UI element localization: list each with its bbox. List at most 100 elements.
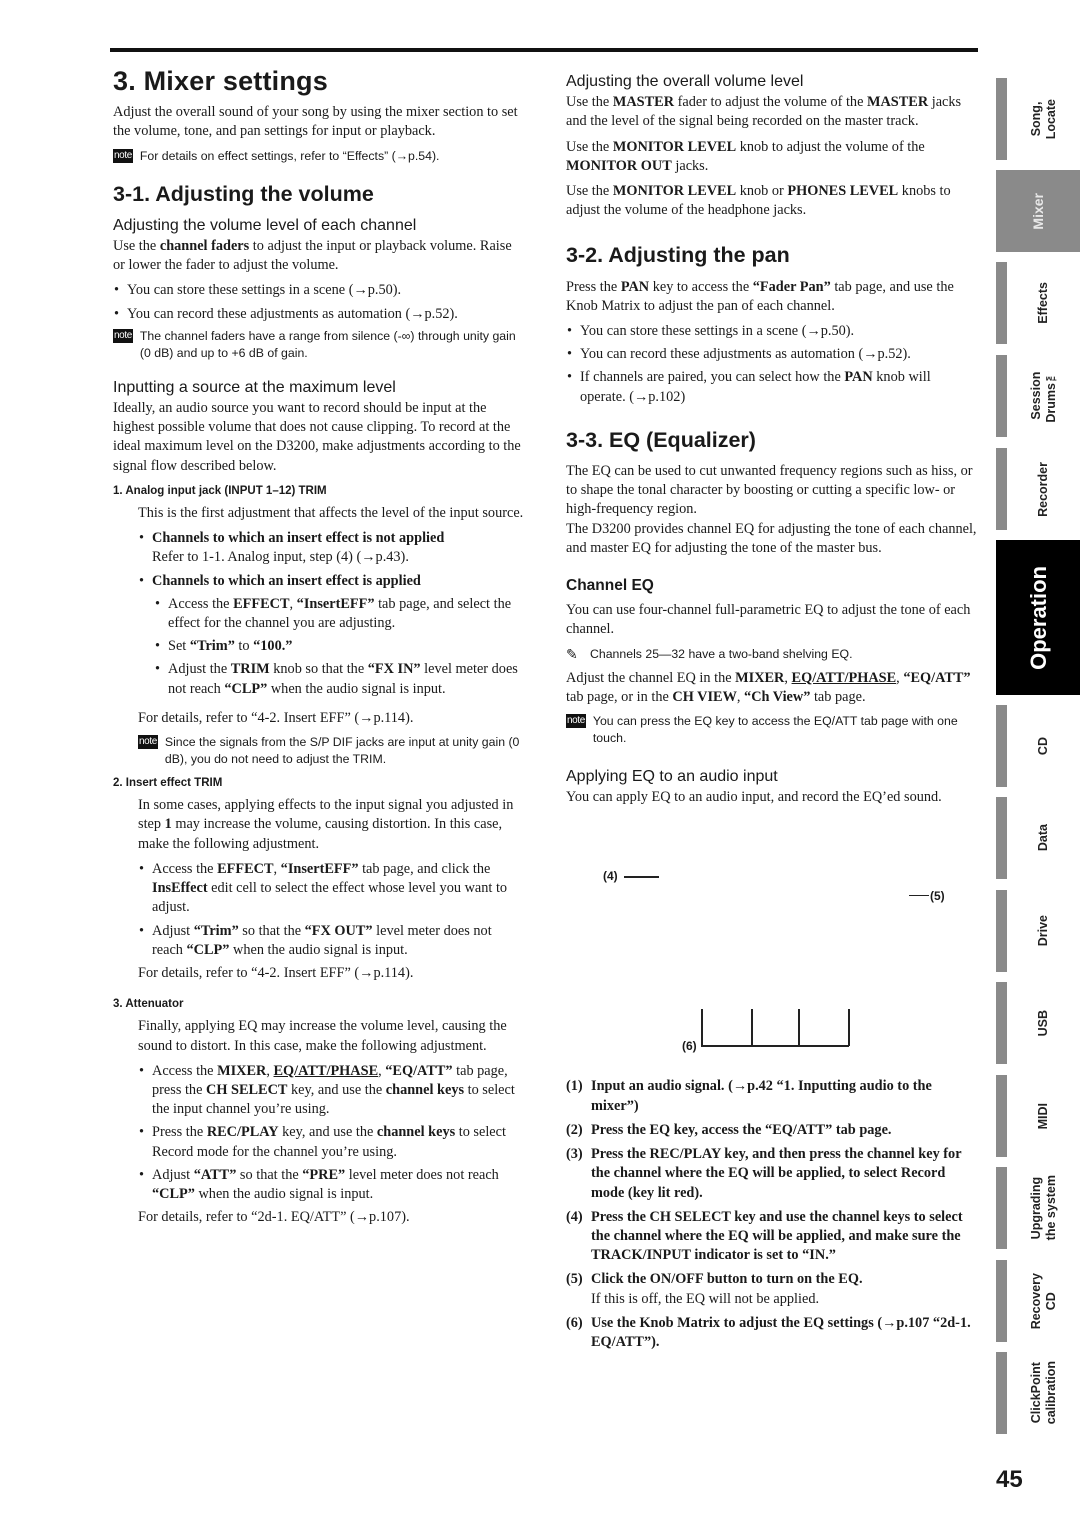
step-item: (1) Input an audio signal. (→p.42 “1. Inp… [566, 1078, 932, 1114]
cross-reference: For details, refer to “4-2. Insert EFF” … [138, 964, 414, 981]
note-icon: note [138, 735, 158, 750]
note-text: You can press the EQ key to access the E… [592, 714, 958, 746]
list-item: Adjust “Trim” so that the “FX OUT” level… [138, 922, 525, 960]
callout-line-5 [909, 895, 929, 897]
step-item: (6) Use the Knob Matrix to adjust the EQ … [566, 1314, 971, 1350]
pencil-icon: ✎ [566, 645, 578, 662]
left-column: 3. Mixer settings Adjust the overall sou… [113, 60, 525, 1233]
tab-recorder[interactable]: Recorder [996, 448, 1080, 530]
paragraph: Use the MONITOR LEVEL knob to adjust the… [566, 138, 925, 174]
tab-operation[interactable]: Operation [996, 540, 1080, 695]
step-heading-3: 3. Attenuator [113, 998, 184, 1011]
note-text: Since the signals from the S/P DIF jacks… [164, 735, 520, 767]
tab-midi[interactable]: MIDI [996, 1075, 1080, 1157]
chapter-tabs: Song, Locate Mixer Effects Session Drums… [996, 0, 1080, 1528]
bullet-list: You can store these settings in a scene … [566, 322, 978, 407]
note: note For details on effect settings, ref… [113, 148, 525, 165]
tab-usb[interactable]: USB [996, 982, 1080, 1064]
step-heading-1: 1. Analog input jack (INPUT 1–12) TRIM [113, 484, 327, 497]
note-icon: note [113, 328, 133, 343]
paragraph: Press the PAN key to access the “Fader P… [566, 278, 954, 314]
top-rule [110, 48, 978, 52]
tip: ✎ Channels 25—32 have a two-band shelvin… [566, 646, 978, 663]
page-title: 3. Mixer settings [113, 66, 328, 96]
tip-text: Channels 25—32 have a two-band shelving … [590, 646, 853, 661]
step-3-body: Finally, applying EQ may increase the vo… [113, 1017, 525, 1227]
note-text: The channel faders have a range from sil… [139, 328, 516, 360]
bullet-list: Access the EFFECT, “InsertEFF” tab page,… [138, 860, 525, 960]
section-title-volume: 3-1. Adjusting the volume [113, 181, 374, 206]
callout-line-4 [624, 876, 659, 879]
list-item: You can store these settings in a scene … [113, 281, 525, 300]
procedure-steps: (1) Input an audio signal. (→p.42 “1. Inp… [566, 1077, 978, 1352]
callout-bracket-6 [701, 1045, 849, 1048]
list-item: Access the EFFECT, “InsertEFF” tab page,… [154, 595, 525, 633]
paragraph: You can apply EQ to an audio input, and … [566, 789, 942, 806]
list-item: Channels to which an insert effect is ap… [138, 572, 525, 699]
tab-data[interactable]: Data [996, 797, 1080, 879]
list-item: Adjust the TRIM knob so that the “FX IN”… [154, 660, 525, 698]
paragraph: In some cases, applying effects to the i… [138, 797, 514, 852]
callout-tick [751, 1009, 753, 1047]
tab-recovery-cd[interactable]: Recovery CD [996, 1260, 1080, 1342]
note: note Since the signals from the S/P DIF … [138, 734, 525, 768]
callout-tick [701, 1009, 703, 1047]
cross-reference: For details, refer to “4-2. Insert EFF” … [138, 709, 414, 726]
sub-bullet-list: Access the EFFECT, “InsertEFF” tab page,… [152, 595, 525, 699]
list-item: You can record these adjustments as auto… [566, 345, 978, 364]
tab-session-drums[interactable]: Session Drums™ [996, 355, 1080, 437]
paragraph: You can use four-channel full-parametric… [566, 602, 971, 638]
paragraph: Finally, applying EQ may increase the vo… [138, 1018, 507, 1054]
paragraph: Ideally, an audio source you want to rec… [113, 400, 521, 474]
subheading-apply-eq: Applying EQ to an audio input [566, 768, 778, 786]
tab-upgrading[interactable]: Upgrading the system [996, 1167, 1080, 1249]
list-item: Adjust “ATT” so that the “PRE” level met… [138, 1166, 525, 1204]
callout-label-4: (4) [603, 869, 618, 884]
step-1-body: This is the first adjustment that affect… [113, 504, 525, 768]
paragraph: This is the first adjustment that affect… [138, 505, 524, 522]
bullet-list: Channels to which an insert effect is no… [138, 529, 525, 699]
section-title-eq: 3-3. EQ (Equalizer) [566, 427, 756, 452]
step-item: (5) Click the ON/OFF button to turn on th… [566, 1271, 863, 1307]
callout-tick [848, 1009, 850, 1047]
list-item: You can record these adjustments as auto… [113, 305, 525, 324]
step-item: (2) Press the EQ key, access the “EQ/ATT”… [566, 1121, 892, 1138]
step-item: (4) Press the CH SELECT key and use the c… [566, 1208, 963, 1264]
callout-label-6: (6) [682, 1039, 697, 1054]
list-item: Access the EFFECT, “InsertEFF” tab page,… [138, 860, 525, 918]
note-icon: note [113, 148, 133, 163]
tab-mixer[interactable]: Mixer [996, 170, 1080, 252]
subheading-channel-eq: Channel EQ [566, 577, 654, 595]
subheading-channel-volume: Adjusting the volume level of each chann… [113, 216, 417, 234]
list-item: If channels are paired, you can select h… [566, 368, 978, 406]
list-item: Set “Trim” to “100.” [154, 637, 525, 656]
note-text: For details on effect settings, refer to… [139, 148, 440, 163]
note: note The channel faders have a range fro… [113, 328, 525, 362]
cross-reference: For details, refer to “2d-1. EQ/ATT” (→p… [138, 1209, 410, 1226]
paragraph: Use the channel faders to adjust the inp… [113, 238, 512, 274]
right-column: Adjusting the overall volume level Use t… [566, 72, 978, 1357]
bullet-list: Access the MIXER, EQ/ATT/PHASE, “EQ/ATT”… [138, 1062, 525, 1204]
tab-drive[interactable]: Drive [996, 890, 1080, 972]
paragraph: Adjust the channel EQ in the MIXER, EQ/A… [566, 669, 971, 705]
tab-song-locate[interactable]: Song, Locate [996, 78, 1080, 160]
tab-cd[interactable]: CD [996, 705, 1080, 787]
paragraph: Use the MASTER fader to adjust the volum… [566, 94, 962, 130]
callout-label-5: (5) [930, 889, 945, 904]
list-item: Channels to which an insert effect is no… [138, 529, 525, 567]
list-item: Access the MIXER, EQ/ATT/PHASE, “EQ/ATT”… [138, 1062, 525, 1120]
section-title-pan: 3-2. Adjusting the pan [566, 243, 790, 268]
paragraph: The EQ can be used to cut unwanted frequ… [566, 463, 973, 518]
page-number: 45 [996, 1466, 1023, 1493]
tab-clickpoint[interactable]: ClickPoint calibration [996, 1352, 1080, 1434]
list-item: You can store these settings in a scene … [566, 322, 978, 341]
paragraph: Use the MONITOR LEVEL knob or PHONES LEV… [566, 183, 951, 219]
intro-paragraph: Adjust the overall sound of your song by… [113, 104, 518, 140]
eq-screen-diagram: (4) (5) (6) [566, 847, 978, 1067]
tab-effects[interactable]: Effects [996, 262, 1080, 344]
note-icon: note [566, 714, 586, 729]
list-item: Press the REC/PLAY key, and use the chan… [138, 1123, 525, 1161]
step-heading-2: 2. Insert effect TRIM [113, 777, 223, 790]
subheading-overall-volume: Adjusting the overall volume level [566, 73, 804, 90]
step-item: (3) Press the REC/PLAY key, and then pres… [566, 1146, 962, 1201]
